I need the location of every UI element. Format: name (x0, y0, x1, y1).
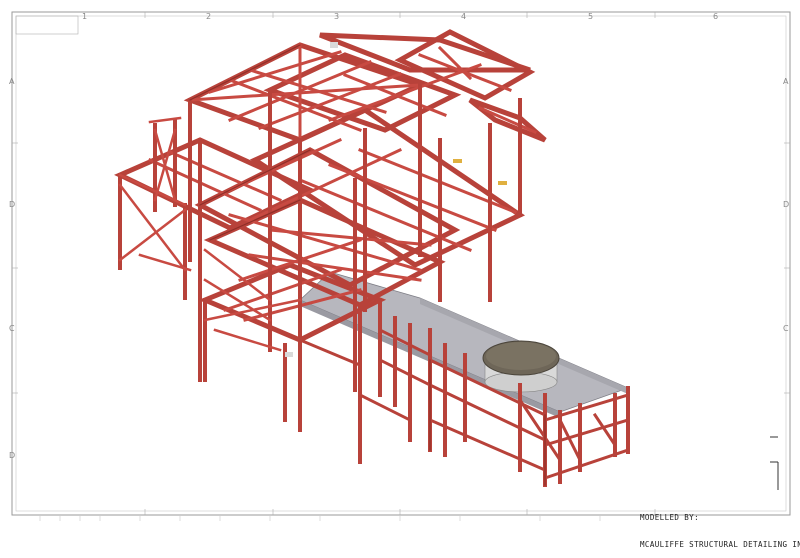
credit-label: MODELLED BY: (640, 513, 699, 522)
zone-row-d-left: D (9, 200, 15, 209)
steel-structure-model (114, 29, 630, 487)
scale-bar (39, 516, 601, 521)
zone-col-3: 3 (334, 12, 339, 21)
zone-row-c-left: C (9, 324, 15, 333)
zone-row-d2-left: D (9, 451, 15, 460)
zone-row-d-right: D (783, 200, 789, 209)
zone-col-2: 2 (206, 12, 211, 21)
credit-company: MCAULIFFE STRUCTURAL DETAILING INC. (640, 540, 800, 549)
zone-row-c-right: C (783, 324, 789, 333)
zone-row-a-right: A (783, 77, 789, 86)
zone-col-1: 1 (82, 12, 87, 21)
zone-row-a-left: A (9, 77, 15, 86)
zone-col-6: 6 (713, 12, 718, 21)
zone-col-4: 4 (461, 12, 466, 21)
drawing-sheet: 1 2 3 4 5 6 A D C D A D C (9, 11, 791, 521)
zone-col-5: 5 (588, 12, 593, 21)
steel-members (114, 29, 630, 487)
modelled-by-credit: MODELLED BY: MCAULIFFE STRUCTURAL DETAIL… (640, 495, 800, 558)
edge-marks (770, 436, 779, 490)
